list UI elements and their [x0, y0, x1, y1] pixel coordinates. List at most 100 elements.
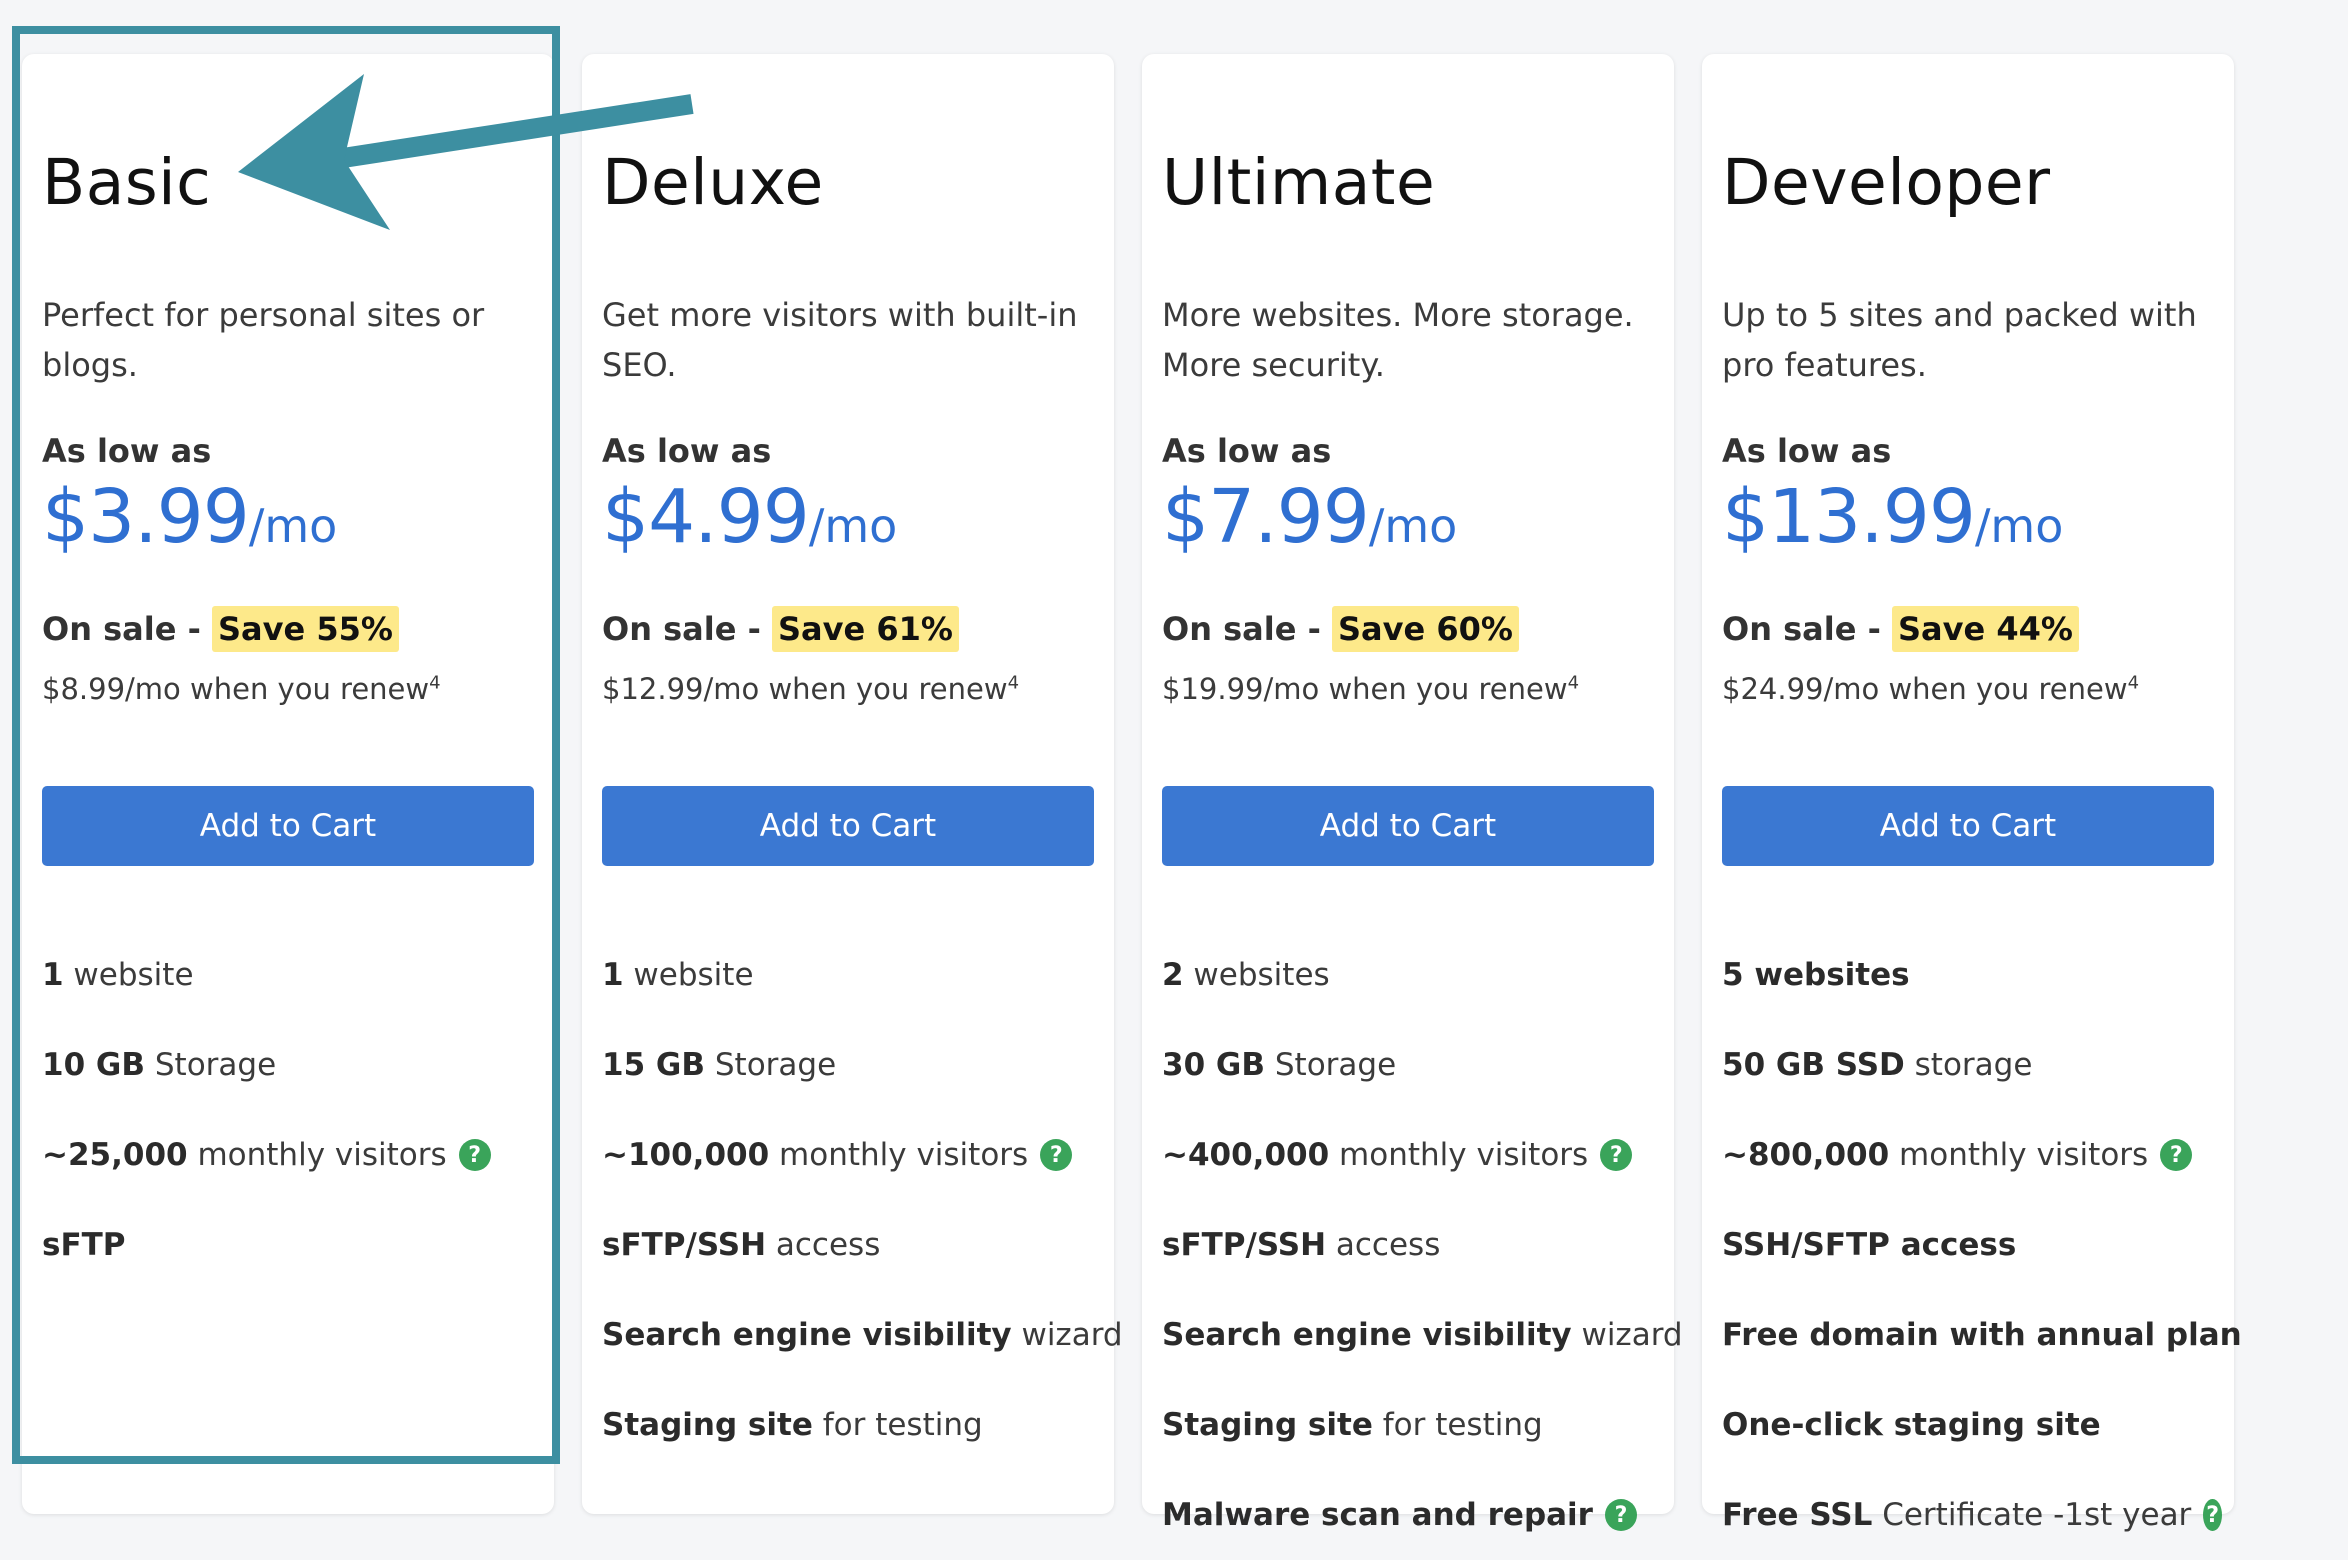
renewal-price: $24.99/mo when you renew4: [1722, 672, 2139, 706]
feature-text: monthly visitors: [769, 1137, 1029, 1173]
price-unit: /mo: [1974, 499, 2064, 553]
help-icon[interactable]: ?: [2203, 1499, 2222, 1531]
feature-item: 50 GB SSD storage: [1722, 1020, 2222, 1110]
feature-text: 1: [602, 957, 624, 993]
renewal-text: $12.99/mo when you renew: [602, 672, 1008, 706]
feature-text: Storage: [145, 1047, 277, 1083]
footnote-marker[interactable]: 4: [1008, 672, 1019, 693]
feature-text: ~100,000: [602, 1137, 770, 1173]
footnote-marker[interactable]: 4: [429, 672, 440, 693]
feature-text: 5 websites: [1722, 957, 1910, 993]
feature-item: Malware scan and repair?: [1162, 1470, 1662, 1560]
as-low-as-label: As low as: [42, 432, 212, 470]
plan-title: Ultimate: [1162, 146, 1436, 219]
plan-title: Developer: [1722, 146, 2051, 219]
feature-item: 2 websites: [1162, 930, 1662, 1020]
feature-text: for testing: [1372, 1407, 1543, 1443]
feature-text: websites: [1183, 957, 1330, 993]
feature-list: 1 website 15 GB Storage ~100,000 monthly v…: [602, 930, 1123, 1470]
feature-text: wizard: [1011, 1317, 1123, 1353]
add-to-cart-button-ultimate[interactable]: Add to Cart: [1162, 786, 1654, 866]
feature-list: 2 websites 30 GB Storage ~400,000 monthly …: [1162, 930, 1683, 1560]
feature-text: sFTP: [42, 1227, 126, 1263]
feature-item: sFTP: [42, 1200, 542, 1290]
plan-price: $4.99/mo: [602, 474, 897, 560]
feature-text: 30 GB: [1162, 1047, 1266, 1083]
feature-text: storage: [1904, 1047, 2033, 1083]
pricing-plans: Basic Perfect for personal sites or blogs…: [0, 0, 2348, 1533]
feature-item: 10 GB Storage: [42, 1020, 542, 1110]
feature-text: Staging site: [1162, 1407, 1373, 1443]
price-unit: /mo: [248, 499, 338, 553]
help-icon[interactable]: ?: [1600, 1139, 1633, 1171]
renewal-price: $12.99/mo when you renew4: [602, 672, 1019, 706]
feature-item: Free domain with annual plan: [1722, 1290, 2242, 1380]
feature-text: Certificate -1st year: [1872, 1497, 2192, 1533]
footnote-marker[interactable]: 4: [2128, 672, 2139, 693]
renewal-price: $8.99/mo when you renew4: [42, 672, 441, 706]
feature-item: 1 website: [42, 930, 542, 1020]
feature-text: website: [63, 957, 194, 993]
plan-description: Up to 5 sites and packed with pro featur…: [1722, 296, 2197, 384]
feature-text: Storage: [1265, 1047, 1397, 1083]
feature-item: 15 GB Storage: [602, 1020, 1102, 1110]
feature-item: ~400,000 monthly visitors?: [1162, 1110, 1662, 1200]
feature-text: access: [1326, 1227, 1441, 1263]
sale-line: On sale - Save 55%: [42, 606, 399, 652]
help-icon[interactable]: ?: [458, 1139, 491, 1171]
feature-item: sFTP/SSH access: [1162, 1200, 1662, 1290]
feature-text: 2: [1162, 957, 1184, 993]
renewal-text: $24.99/mo when you renew: [1722, 672, 2128, 706]
feature-item: 5 websites: [1722, 930, 2222, 1020]
feature-text: 1: [42, 957, 64, 993]
feature-text: Free SSL: [1722, 1497, 1873, 1533]
plan-title: Basic: [42, 146, 212, 219]
renewal-text: $19.99/mo when you renew: [1162, 672, 1568, 706]
plan-card-developer: Developer Up to 5 sites and packed with p…: [1702, 54, 2242, 1533]
save-badge: Save 55%: [212, 606, 399, 652]
as-low-as-label: As low as: [1722, 432, 1892, 470]
price-amount: $3.99: [42, 474, 250, 560]
feature-item: ~100,000 monthly visitors?: [602, 1110, 1102, 1200]
feature-text: monthly visitors: [1329, 1137, 1589, 1173]
plan-description: Get more visitors with built-in SEO.: [602, 296, 1078, 384]
feature-text: 10 GB: [42, 1047, 146, 1083]
feature-text: sFTP/SSH: [1162, 1227, 1327, 1263]
feature-text: Search engine visibility: [602, 1317, 1012, 1353]
plan-card-basic: Basic Perfect for personal sites or blogs…: [22, 54, 554, 1514]
sale-label: On sale -: [1162, 610, 1321, 648]
feature-text: ~25,000: [42, 1137, 188, 1173]
feature-item: sFTP/SSH access: [602, 1200, 1102, 1290]
feature-text: ~400,000: [1162, 1137, 1330, 1173]
feature-item: 30 GB Storage: [1162, 1020, 1662, 1110]
add-to-cart-button-basic[interactable]: Add to Cart: [42, 786, 534, 866]
sale-line: On sale - Save 44%: [1722, 606, 2079, 652]
feature-text: for testing: [812, 1407, 983, 1443]
feature-text: sFTP/SSH: [602, 1227, 767, 1263]
plan-price: $7.99/mo: [1162, 474, 1457, 560]
add-to-cart-button-developer[interactable]: Add to Cart: [1722, 786, 2214, 866]
as-low-as-label: As low as: [1162, 432, 1332, 470]
plan-price: $3.99/mo: [42, 474, 337, 560]
help-icon[interactable]: ?: [1604, 1499, 1637, 1531]
sale-line: On sale - Save 61%: [602, 606, 959, 652]
feature-list: 1 website 10 GB Storage ~25,000 monthly vi…: [42, 930, 542, 1290]
feature-item: Staging site for testing: [602, 1380, 1102, 1470]
as-low-as-label: As low as: [602, 432, 772, 470]
plan-description: More websites. More storage. More securi…: [1162, 296, 1634, 384]
feature-text: Malware scan and repair: [1162, 1497, 1593, 1533]
price-unit: /mo: [808, 499, 898, 553]
price-amount: $4.99: [602, 474, 810, 560]
feature-item: Staging site for testing: [1162, 1380, 1662, 1470]
feature-item: ~25,000 monthly visitors?: [42, 1110, 542, 1200]
feature-text: monthly visitors: [1889, 1137, 2149, 1173]
footnote-marker[interactable]: 4: [1568, 672, 1579, 693]
feature-text: ~800,000: [1722, 1137, 1890, 1173]
help-icon[interactable]: ?: [2160, 1139, 2193, 1171]
help-icon[interactable]: ?: [1040, 1139, 1073, 1171]
feature-text: access: [766, 1227, 881, 1263]
feature-text: SSH/SFTP access: [1722, 1227, 2017, 1263]
feature-text: 50 GB SSD: [1722, 1047, 1905, 1083]
feature-list: 5 websites 50 GB SSD storage ~800,000 mont…: [1722, 930, 2242, 1560]
add-to-cart-button-deluxe[interactable]: Add to Cart: [602, 786, 1094, 866]
